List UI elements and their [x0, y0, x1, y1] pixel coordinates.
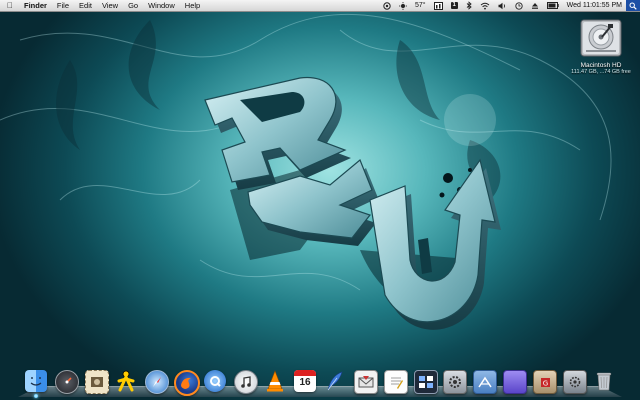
dock-item-safari[interactable] — [144, 368, 169, 398]
dock-item-system-preferences[interactable] — [442, 368, 468, 398]
wallpaper-graffiti-art — [0, 13, 612, 330]
menu-finder[interactable]: Finder — [19, 0, 52, 11]
menu-clock[interactable]: Wed 11:01:55 PM — [563, 0, 626, 11]
system-preferences-icon[interactable] — [443, 370, 468, 394]
dock-item-aim[interactable] — [114, 368, 138, 398]
dock-item-applications-stack[interactable] — [472, 368, 498, 398]
utilities-stack-icon[interactable] — [563, 370, 588, 394]
dock-item-firefox[interactable] — [173, 368, 201, 398]
dock-item-spaces[interactable] — [413, 368, 438, 398]
applications-stack-icon[interactable] — [473, 370, 498, 394]
spaces-number-icon[interactable]: 1 — [447, 2, 462, 9]
growl-icon[interactable] — [379, 1, 395, 10]
menu-window[interactable]: Window — [143, 0, 180, 11]
menu-edit[interactable]: Edit — [74, 0, 97, 11]
wifi-icon[interactable] — [476, 2, 494, 10]
dock: 16 G — [24, 360, 616, 398]
weather-icon[interactable] — [395, 1, 411, 10]
downloads-stack-icon[interactable]: G — [533, 370, 558, 394]
ical-date-label: 16 — [299, 377, 311, 388]
dock-item-finder[interactable] — [24, 368, 48, 398]
mail-icon[interactable] — [353, 370, 378, 394]
dashboard-icon[interactable] — [54, 370, 79, 394]
dock-item-feather[interactable] — [323, 368, 347, 398]
dock-item-utilities-stack[interactable] — [562, 368, 588, 398]
spaces-icon[interactable] — [413, 370, 438, 394]
mail-stamp-icon[interactable] — [84, 370, 109, 394]
dock-item-vlc[interactable] — [263, 368, 287, 398]
dock-item-itunes[interactable] — [233, 368, 259, 398]
trash-icon[interactable] — [593, 370, 615, 392]
aim-icon[interactable] — [115, 370, 137, 392]
running-indicator — [34, 394, 38, 398]
temperature-readout[interactable]: 57° — [411, 0, 430, 11]
itunes-icon[interactable] — [234, 370, 259, 394]
desktop-wallpaper — [0, 0, 640, 400]
drive-name-label: Macintosh HD — [580, 62, 622, 69]
safari-icon[interactable] — [144, 370, 169, 394]
battery-icon[interactable] — [543, 2, 563, 9]
dock-item-mail[interactable] — [353, 368, 378, 398]
desktop-drive-macintosh-hd[interactable]: Macintosh HD 111.47 GB, ...74 GB free — [566, 16, 636, 75]
bluetooth-icon[interactable] — [462, 1, 476, 10]
menu-go[interactable]: Go — [123, 0, 143, 11]
dock-item-quicktime[interactable] — [203, 368, 227, 398]
svg-text:G: G — [543, 380, 548, 388]
volume-icon[interactable] — [494, 2, 511, 10]
eject-icon[interactable] — [527, 2, 543, 10]
vlc-icon[interactable] — [264, 370, 286, 392]
dock-item-documents-stack[interactable] — [502, 368, 528, 398]
dock-item-trash[interactable] — [592, 368, 616, 398]
activity-monitor-icon[interactable] — [430, 1, 447, 10]
quicktime-icon[interactable] — [204, 370, 227, 392]
feather-icon[interactable] — [324, 370, 346, 392]
drive-info-label: 111.47 GB, ...74 GB free — [571, 69, 631, 75]
finder-icon[interactable] — [25, 370, 47, 392]
time-machine-icon[interactable] — [511, 1, 527, 10]
menu-view[interactable]: View — [97, 0, 123, 11]
textedit-icon[interactable] — [383, 370, 408, 394]
hard-drive-icon[interactable] — [578, 16, 624, 60]
firefox-icon[interactable] — [174, 370, 201, 396]
apple-icon[interactable]:  — [0, 0, 19, 11]
menu-file[interactable]: File — [52, 0, 74, 11]
menu-extras: 57° 1 Wed 11:01:55 PM — [379, 0, 640, 11]
menu-help[interactable]: Help — [180, 0, 205, 11]
documents-stack-icon[interactable] — [503, 370, 528, 394]
dock-item-downloads-stack[interactable]: G — [532, 368, 558, 398]
spotlight-icon[interactable] — [626, 0, 640, 11]
ical-icon[interactable]: 16 — [294, 370, 317, 392]
dock-item-textedit[interactable] — [383, 368, 408, 398]
dock-item-mail-stamp[interactable] — [84, 368, 109, 398]
menu-bar:  Finder File Edit View Go Window Help 5… — [0, 0, 640, 12]
dock-item-dashboard[interactable] — [54, 368, 79, 398]
dock-item-ical[interactable]: 16 — [293, 368, 317, 398]
